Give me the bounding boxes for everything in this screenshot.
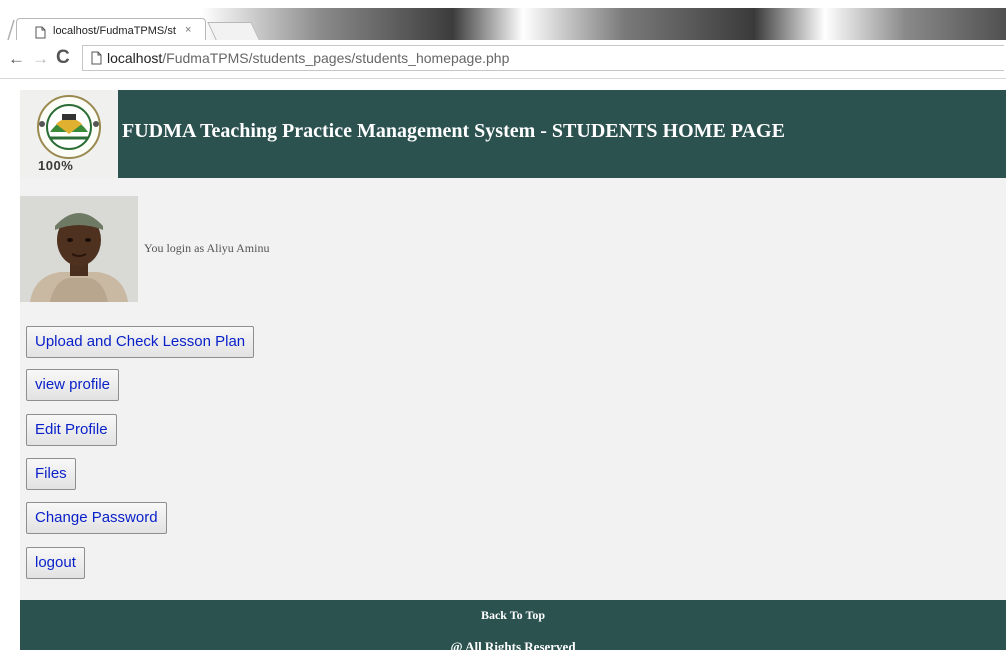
- user-avatar: [20, 196, 138, 302]
- university-logo: 100%: [20, 90, 118, 178]
- view-profile-button[interactable]: view profile: [26, 369, 120, 401]
- edit-profile-button[interactable]: Edit Profile: [26, 414, 117, 446]
- back-arrow-icon[interactable]: ←: [8, 49, 25, 69]
- url-text: localhost/FudmaTPMS/students_pages/stude…: [107, 50, 509, 66]
- login-status: You login as Aliyu Aminu: [144, 241, 270, 255]
- seal-icon: [37, 95, 101, 159]
- profile-photo: [20, 196, 138, 302]
- page-title: FUDMA Teaching Practice Management Syste…: [122, 120, 785, 142]
- page-icon: [35, 26, 46, 39]
- change-password-button[interactable]: Change Password: [26, 502, 167, 534]
- url-host: localhost: [107, 50, 163, 66]
- browser-toolbar: ← → C localhost/FudmaTPMS/students_pages…: [0, 40, 1006, 79]
- tab-strip: localhost/FudmaTPMS/st ×: [0, 8, 1006, 44]
- page-icon: [91, 51, 102, 65]
- reload-icon[interactable]: C: [56, 47, 70, 69]
- tab-title: localhost/FudmaTPMS/st: [53, 25, 176, 37]
- tab-edge-icon: [7, 20, 15, 40]
- logout-button[interactable]: logout: [26, 547, 85, 579]
- back-to-top-link[interactable]: Back To Top: [20, 608, 1006, 623]
- forward-arrow-icon[interactable]: →: [32, 49, 49, 69]
- browser-chrome: localhost/FudmaTPMS/st × ← → C localhost…: [0, 0, 1006, 90]
- page-body: 100% FUDMA Teaching Practice Management …: [20, 90, 1006, 654]
- page-header: 100% FUDMA Teaching Practice Management …: [20, 90, 1006, 178]
- page-viewport: 100% FUDMA Teaching Practice Management …: [0, 90, 1006, 654]
- logo-caption: 100%: [38, 158, 74, 173]
- upload-lesson-plan-button[interactable]: Upload and Check Lesson Plan: [26, 326, 255, 358]
- close-icon[interactable]: ×: [185, 24, 191, 36]
- new-tab-button[interactable]: [207, 22, 261, 42]
- url-path: /FudmaTPMS/students_pages/students_homep…: [162, 50, 510, 66]
- copyright-text: @ All Rights Reserved: [450, 639, 576, 654]
- address-bar[interactable]: localhost/FudmaTPMS/students_pages/stude…: [82, 45, 1004, 71]
- page-footer: Back To Top @ All Rights Reserved: [20, 600, 1006, 654]
- files-button[interactable]: Files: [26, 458, 76, 490]
